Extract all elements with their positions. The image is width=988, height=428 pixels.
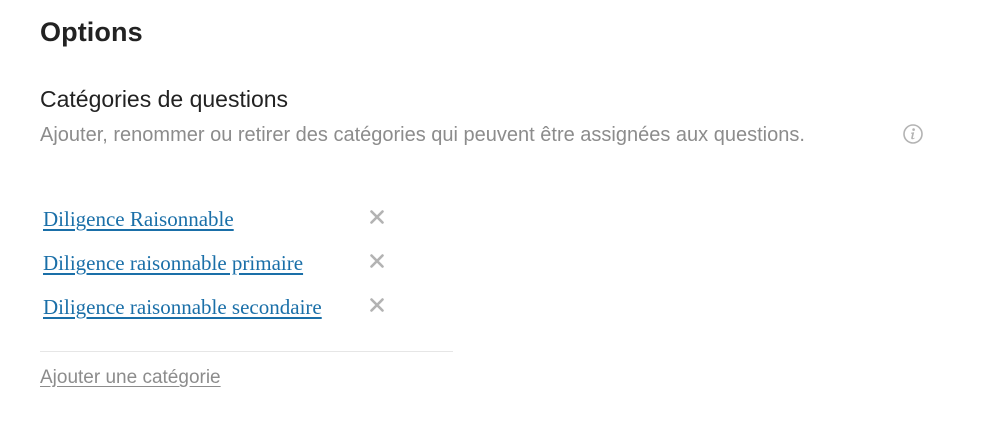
close-icon[interactable] [369,209,385,225]
info-icon[interactable] [903,124,923,144]
page-title: Options [40,17,143,47]
close-icon[interactable] [369,297,385,313]
category-list: Diligence Raisonnable Diligence raisonna… [43,205,403,337]
section-title: Catégories de questions [40,86,289,112]
category-link[interactable]: Diligence raisonnable primaire [43,251,303,276]
category-item: Diligence raisonnable primaire [43,249,403,293]
category-link[interactable]: Diligence raisonnable secondaire [43,295,322,320]
add-category-link[interactable]: Ajouter une catégorie [40,367,221,389]
close-icon[interactable] [369,253,385,269]
category-link[interactable]: Diligence Raisonnable [43,207,234,232]
category-item: Diligence Raisonnable [43,205,403,249]
section-description: Ajouter, renommer ou retirer des catégor… [40,124,805,146]
divider [40,351,453,352]
category-item: Diligence raisonnable secondaire [43,293,403,337]
